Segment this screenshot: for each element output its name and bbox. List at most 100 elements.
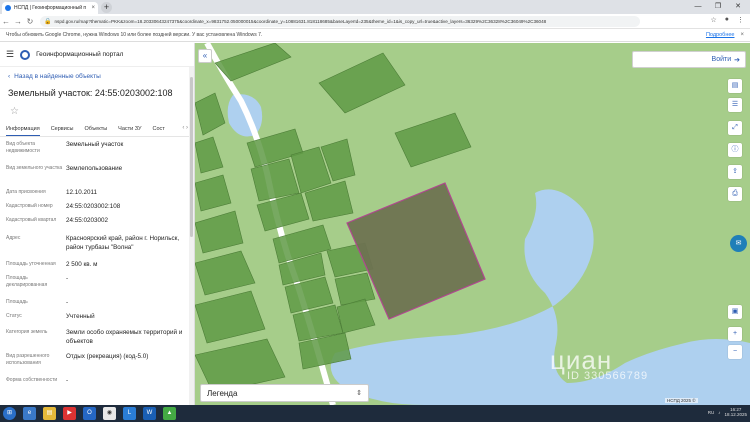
property-row: Дата присвоения 12.10.2011 [6,189,98,196]
system-tray: RU ♪ 16:27 18.12.2025 [708,407,747,418]
legend-toggle-icon: ⇕ [356,390,362,397]
property-row: Площадь уточненная 2 500 кв. м [6,261,98,268]
parcel [394,112,472,168]
start-button[interactable]: ⊞ [3,407,16,420]
layers-icon[interactable]: ▤ [728,79,742,93]
property-row: Вид объекта недвижимости Земельный участо… [6,141,124,154]
panel-scrollbar[interactable] [189,67,194,405]
property-row: Вид разрешенного использования Отдых (рек… [6,353,149,366]
map-view[interactable]: « Войти ➔ ▤ ☰ ⤢ ⓘ ⇪ ⎙ ✉ ▣ + − Легенда ⇕ … [195,43,750,405]
tab-objects[interactable]: Объекты [84,126,107,132]
parcel [195,250,256,296]
panel-header: ☰ Геоинформационный портал [0,43,194,67]
forward-arrow-icon[interactable]: → [12,17,24,26]
zoom-out-icon[interactable]: − [728,345,742,359]
lock-icon: 🔒 [44,18,52,25]
map-attribution: НСПД 2025 © [665,398,698,403]
object-title: Земельный участок: 24:55:0203002:108 [8,88,173,98]
site-favicon-icon [5,5,11,11]
menu-dots-icon[interactable]: ⋮ [737,16,744,24]
star-bookmark-icon[interactable]: ☆ [710,16,716,24]
windows-taskbar: ⊞ e ▤ ▶ O ◉ L W ▲ RU ♪ 16:27 18.12.2025 [0,405,750,422]
property-row: Статус Учтенный [6,313,95,320]
favorite-star-icon[interactable]: ☆ [0,102,194,121]
watermark-id: ID 330566789 [567,370,649,382]
property-row: Кадастровый квартал 24:55:0203002 [6,217,109,224]
tab-information[interactable]: Информация [6,126,40,136]
url-input[interactable]: 🔒 nspd.gov.ru/map?thematic=PKK&zoom=18.2… [40,15,640,27]
login-button[interactable]: Войти ➔ [632,51,746,68]
login-arrow-icon: ➔ [734,56,740,64]
portal-logo-icon [20,49,31,60]
tab-parcel-parts[interactable]: Части ЗУ [118,126,141,132]
infobar-close-icon[interactable]: × [740,32,744,38]
browser-tab[interactable]: НСПД | Геоинформационный п × [2,2,98,14]
chrome-icon[interactable]: ◉ [103,407,116,420]
tab-services[interactable]: Сервисы [51,126,74,132]
legend-label: Легенда [207,388,238,398]
app-green-icon[interactable]: ▲ [163,407,176,420]
property-row: Адрес Красноярский край, район г. Норильс… [6,235,180,251]
property-row: Форма собственности - [6,377,69,384]
word-icon[interactable]: W [143,407,156,420]
back-to-results-link[interactable]: ‹ Назад в найденные объекты [0,67,194,86]
media-player-icon[interactable]: ▶ [63,407,76,420]
hamburger-menu-icon[interactable]: ☰ [6,49,14,60]
panel-scroll-thumb[interactable] [190,77,193,237]
parcel [195,92,226,136]
infobar-message: Чтобы обновить Google Chrome, нужна Wind… [6,32,263,38]
profile-icon[interactable]: ● [725,16,729,24]
share-icon[interactable]: ⇪ [728,165,742,179]
parcel [195,174,232,212]
new-tab-button[interactable]: + [101,2,112,13]
parcel [318,52,406,114]
tab-title: НСПД | Геоинформационный п [14,5,87,11]
tab-composition[interactable]: Сост [153,126,165,132]
clock-date: 18.12.2025 [724,412,747,418]
parcel [195,136,224,174]
app-icon[interactable]: L [123,407,136,420]
tabs-scroll-arrows-icon[interactable]: ‹ › [182,125,188,131]
browser-tab-bar: НСПД | Геоинформационный п × + — ❐ ✕ [0,0,750,14]
list-icon[interactable]: ☰ [728,98,742,112]
close-window-icon[interactable]: ✕ [728,0,748,14]
property-row: Площадь декларированная - [6,275,69,288]
parcel [334,272,376,306]
print-icon[interactable]: ⎙ [728,187,742,201]
zoom-in-icon[interactable]: + [728,327,742,341]
back-link-label: Назад в найденные объекты [14,73,101,80]
tab-close-icon[interactable]: × [91,5,95,11]
update-infobar: Чтобы обновить Google Chrome, нужна Wind… [0,29,750,42]
property-row: Площадь - [6,299,69,306]
chevron-left-icon: ‹ [8,73,11,80]
infobar-more-link[interactable]: Подробнее [706,32,735,38]
parcel [195,290,266,344]
ie-icon[interactable]: e [23,407,36,420]
reload-icon[interactable]: ↻ [24,17,36,26]
property-row: Вид земельного участка Землепользование [6,165,123,172]
outlook-icon[interactable]: O [83,407,96,420]
minimize-icon[interactable]: — [688,0,708,14]
portal-name: Геоинформационный портал [36,51,124,58]
parcel [195,210,244,254]
back-arrow-icon[interactable]: ← [0,17,12,26]
collapse-panel-button[interactable]: « [198,49,212,63]
info-tabs: Информация Сервисы Объекты Части ЗУ Сост… [0,121,194,137]
language-indicator[interactable]: RU [708,410,715,415]
parcel [214,43,292,82]
measure-ruler-icon[interactable]: ⤢ [728,121,742,135]
login-label: Войти [711,56,732,63]
maximize-icon[interactable]: ❐ [708,0,728,14]
map-canvas[interactable] [195,43,750,405]
info-icon[interactable]: ⓘ [728,143,742,157]
property-list: Вид объекта недвижимости Земельный участо… [0,137,194,395]
address-bar: ← → ↻ 🔒 nspd.gov.ru/map?thematic=PKK&zoo… [0,14,750,29]
chat-support-icon[interactable]: ✉ [730,235,747,252]
volume-icon[interactable]: ♪ [718,410,720,415]
minimap-icon[interactable]: ▣ [728,305,742,319]
legend-dropdown[interactable]: Легенда ⇕ [200,384,369,402]
object-info-panel: ☰ Геоинформационный портал ‹ Назад в най… [0,43,195,405]
clock[interactable]: 16:27 18.12.2025 [724,407,747,418]
url-text: nspd.gov.ru/map?thematic=PKK&zoom=18.203… [54,18,547,24]
folder-icon[interactable]: ▤ [43,407,56,420]
